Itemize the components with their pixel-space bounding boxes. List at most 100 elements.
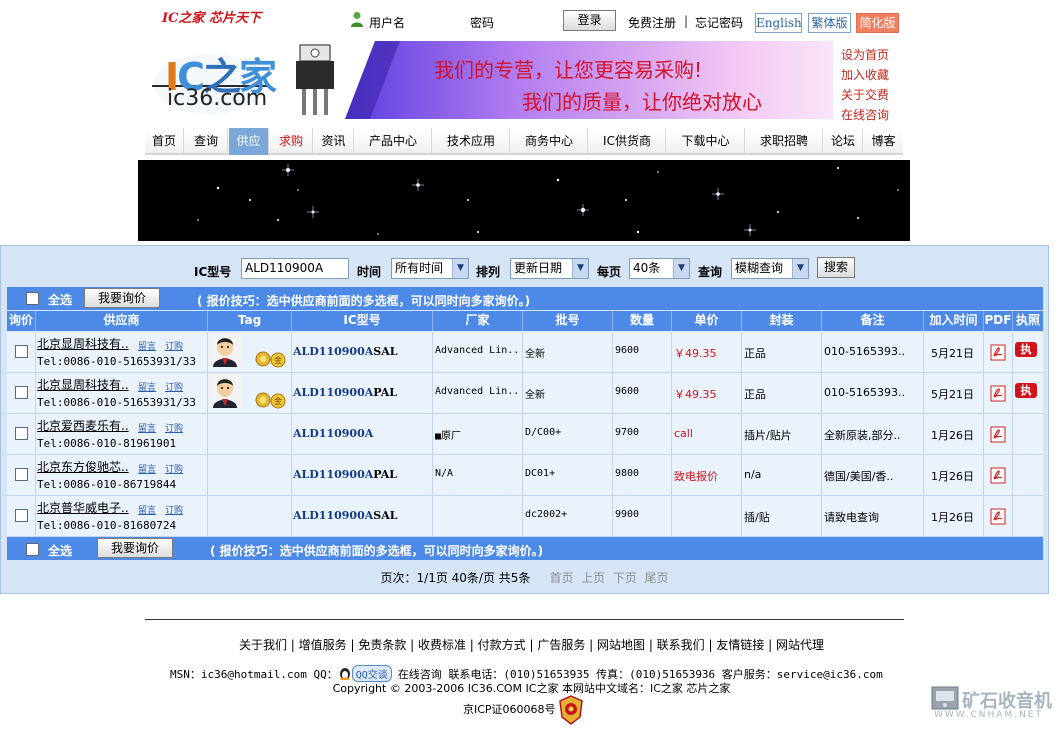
ic-label: IC型号 [194,265,232,279]
about-fees-link[interactable]: 关于交费 [841,86,889,103]
gold-medal-icon: 金 [255,392,286,409]
pdf-icon[interactable] [990,344,1006,361]
nav-home[interactable]: 首页 [145,128,184,155]
supplier-link[interactable]: 北京显周科技有.. [37,376,129,393]
gold-medal-icon: 金 [255,351,286,368]
message-link[interactable]: 留言 [138,421,156,434]
order-link[interactable]: 订购 [165,462,183,475]
row-checkbox[interactable] [15,468,28,481]
copyright: Copyright © 2003-2006 IC36.COM IC之家 本网站中… [332,682,731,695]
perpage-select[interactable]: 40条 ▼ [629,258,690,279]
sort-select[interactable]: 更新日期 ▼ [510,258,589,279]
supplier-link[interactable]: 北京普华威电子.. [37,499,129,516]
message-link[interactable]: 留言 [138,380,156,393]
inquiry-tip: ( 报价技巧：选中供应商前面的多选框，可以同时向多家询价。) [210,544,544,558]
set-homepage-link[interactable]: 设为首页 [841,46,889,63]
order-link[interactable]: 订购 [165,421,183,434]
ic-part-number[interactable]: ALD110900ASAL [293,345,397,358]
forgot-password-link[interactable]: 忘记密码 [695,14,743,31]
nav-purchase[interactable]: 求购 [270,128,313,155]
unit-price: call [674,427,693,440]
starfield-banner[interactable] [138,160,910,241]
pdf-icon[interactable] [990,508,1006,525]
nav-supply[interactable]: 供应 [229,128,269,155]
star-dot [277,219,279,221]
cell-divider [741,332,742,373]
qq-penguin-icon [339,668,350,681]
cell-divider [35,496,36,537]
order-link[interactable]: 订购 [165,339,183,352]
nav-news[interactable]: 资讯 [314,128,354,155]
pdf-icon[interactable] [990,385,1006,402]
avatar-icon [209,375,241,408]
license-badge[interactable]: 执 [1015,342,1037,357]
cell-divider [432,455,433,496]
cell-divider [207,455,208,496]
lang-english-button[interactable]: English [755,13,802,33]
footer-links[interactable]: 关于我们 | 增值服务 | 免责条款 | 收费标准 | 付款方式 | 广告服务 … [0,636,1063,653]
add-favorite-link[interactable]: 加入收藏 [841,66,889,83]
action-bar-top: 全选 我要询价 ( 报价技巧：选中供应商前面的多选框，可以同时向多家询价。) [7,287,1043,310]
online-consult-link[interactable]: 在线咨询 [841,106,889,123]
cell-divider [741,455,742,496]
pdf-icon[interactable] [990,467,1006,484]
part-suffix: SAL [373,345,398,358]
supplier-link[interactable]: 北京爱西麦乐有.. [37,417,129,434]
time-select[interactable]: 所有时间 ▼ [391,258,469,279]
pdf-icon[interactable] [990,426,1006,443]
select-all-checkbox[interactable] [26,292,39,305]
row-checkbox[interactable] [15,427,28,440]
cell-divider [522,373,523,414]
login-button[interactable]: 登录 [563,10,616,31]
ic-part-number[interactable]: ALD110900A [293,427,373,440]
part-main: ALD110900A [293,468,374,481]
message-link[interactable]: 留言 [138,339,156,352]
star-dot [249,199,251,201]
nav-jobs[interactable]: 求职招聘 [746,128,823,155]
lang-simplified-button[interactable]: 简化版 [856,13,899,33]
prev-page-link[interactable]: 上页 [581,571,605,585]
police-badge-icon[interactable] [558,695,584,725]
nav-forum[interactable]: 论坛 [824,128,863,155]
ic-part-number[interactable]: ALD110900APAL [293,386,397,399]
ic-part-number[interactable]: ALD110900ASAL [293,509,397,522]
first-page-link[interactable]: 首页 [549,571,573,585]
row-checkbox[interactable] [15,509,28,522]
row-checkbox[interactable] [15,345,28,358]
maker: Advanced Lin.. [435,345,520,356]
next-page-link[interactable]: 下页 [613,571,637,585]
nav-ic-suppliers[interactable]: IC供货商 [589,128,666,155]
cell-divider [207,496,208,537]
star-dot [197,219,199,221]
nav-download[interactable]: 下载中心 [667,128,745,155]
cell-divider [983,373,984,414]
row-checkbox[interactable] [15,386,28,399]
message-link[interactable]: 留言 [138,462,156,475]
maker: Advanced Lin.. [435,386,520,397]
register-link[interactable]: 免费注册 [628,14,676,31]
cell-divider [923,373,924,414]
ic-model-input[interactable]: ALD110900A [241,258,349,279]
search-button[interactable]: 搜索 [817,257,855,278]
message-link[interactable]: 留言 [138,503,156,516]
part-main: ALD110900A [293,427,374,440]
query-mode-select[interactable]: 模糊查询 ▼ [731,258,809,279]
nav-query[interactable]: 查询 [185,128,228,155]
supplier-link[interactable]: 北京东方俊驰芯.. [37,458,129,475]
lang-traditional-button[interactable]: 繁体版 [808,13,851,33]
ic-part-number[interactable]: ALD110900APAL [293,468,397,481]
order-link[interactable]: 订购 [165,380,183,393]
inquiry-button[interactable]: 我要询价 [97,538,173,558]
license-badge[interactable]: 执 [1015,383,1037,398]
nav-tech[interactable]: 技术应用 [433,128,510,155]
nav-product-center[interactable]: 产品中心 [355,128,432,155]
select-all-checkbox[interactable] [26,543,39,556]
inquiry-button[interactable]: 我要询价 [84,288,160,308]
batch: 全新 [525,390,545,401]
chip-illustration-icon [296,44,334,115]
order-link[interactable]: 订购 [165,503,183,516]
last-page-link[interactable]: 尾页 [644,571,668,585]
supplier-link[interactable]: 北京显周科技有.. [37,335,129,352]
nav-business[interactable]: 商务中心 [511,128,588,155]
nav-blog[interactable]: 博客 [864,128,903,155]
